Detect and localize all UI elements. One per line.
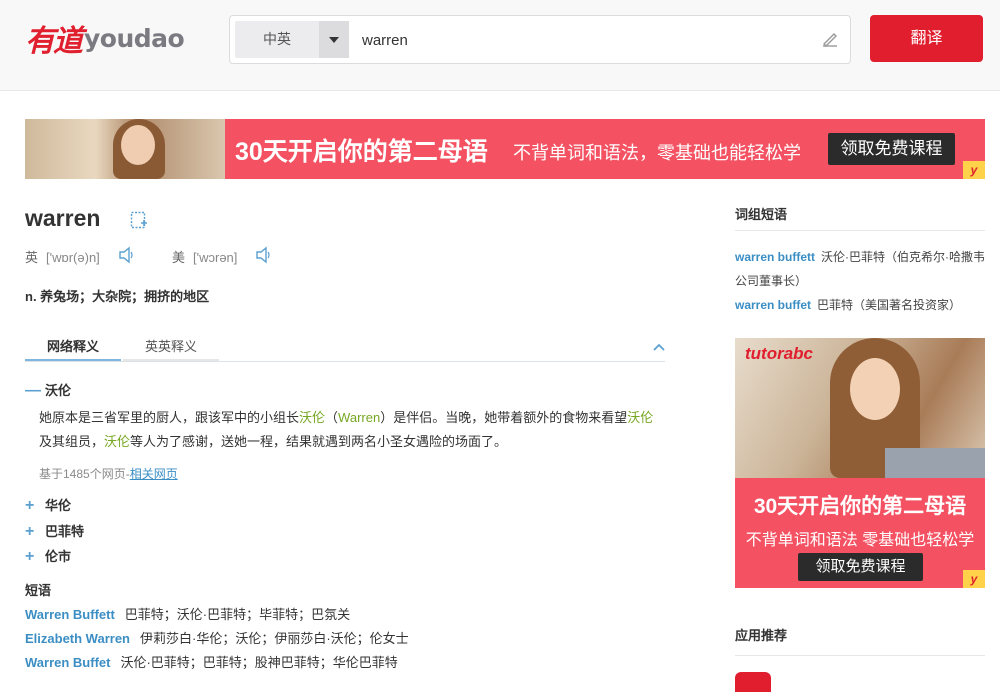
clear-input-icon[interactable]: [822, 31, 838, 47]
sidebar-phrase-link[interactable]: warren buffett: [735, 250, 815, 264]
sidebar-divider: [735, 230, 985, 231]
phrase-link[interactable]: Warren Buffett: [25, 607, 115, 622]
logo-english-text: youdao: [84, 23, 185, 53]
us-pronunciation: 美 ['wɔrən]: [172, 247, 237, 266]
uk-phonetic: ['wɒr(ə)n]: [46, 250, 100, 265]
add-to-wordbook-icon[interactable]: [130, 211, 148, 229]
web-def-term: 伦市: [45, 549, 72, 564]
uk-pronunciation: 英 ['wɒr(ə)n]: [25, 247, 100, 266]
web-def-term: 巴菲特: [45, 524, 85, 539]
ad-corner-badge: y: [963, 161, 985, 179]
web-def-example: 她原本是三省军里的厨人，跟该军中的小组长沃伦（Warren）是伴侣。当晚，她带着…: [39, 406, 659, 454]
web-def-expanded-head[interactable]: — 沃伦: [25, 380, 71, 400]
language-select[interactable]: 中英: [235, 21, 349, 58]
ad-photo-face: [850, 358, 900, 420]
sidebar-ad-cta-button[interactable]: 领取免费课程: [798, 553, 923, 581]
ad-photo: [25, 119, 225, 179]
example-text: 及其组员，: [39, 434, 105, 449]
tutorabc-logo: tutorabc: [745, 344, 813, 363]
example-text: ）是伴侣。当晚，她带着额外的食物来看望: [380, 410, 628, 425]
web-def-term: 华伦: [45, 498, 72, 513]
word-title: warren: [25, 205, 101, 231]
example-text: 等人为了感谢，送她一程，结果就遇到两名小圣女遇险的场面了。: [130, 434, 508, 449]
us-sound-icon[interactable]: [255, 246, 271, 264]
sidebar-ad-subtitle: 不背单词和语法 零基础也轻松学: [745, 532, 975, 549]
chevron-up-icon[interactable]: [653, 343, 665, 351]
ad-subtitle: 不背单词和语法，零基础也能轻松学: [513, 143, 801, 163]
us-phonetic: ['wɔrən]: [193, 250, 238, 265]
sidebar-divider: [735, 655, 985, 656]
chevron-down-icon[interactable]: [319, 21, 349, 58]
sidebar-phrase-item: warren buffett 沃伦·巴菲特（伯克希尔·哈撒韦公司董事长）: [735, 245, 985, 293]
phrase-link[interactable]: Warren Buffet: [25, 655, 110, 670]
phrase-meaning: 巴菲特；沃伦·巴菲特；毕菲特；巴氛关: [124, 607, 351, 622]
web-def-collapsed-item[interactable]: + 伦市: [25, 546, 71, 566]
language-select-label: 中英: [263, 31, 291, 47]
web-def-collapsed-item[interactable]: + 巴菲特: [25, 521, 84, 541]
translate-button[interactable]: 翻译: [870, 15, 983, 62]
tab-english-definitions[interactable]: 英英释义: [123, 335, 219, 361]
web-def-collapsed-item[interactable]: + 华伦: [25, 495, 71, 515]
phrases-title: 短语: [25, 583, 52, 598]
phrase-link[interactable]: Elizabeth Warren: [25, 631, 130, 646]
sidebar-phrase-title: 词组短语: [735, 207, 788, 222]
top-header: 有道 youdao 中英 翻译: [0, 0, 1000, 91]
youdao-logo[interactable]: 有道 youdao: [25, 18, 185, 60]
expand-toggle-icon[interactable]: +: [25, 497, 39, 515]
uk-label: 英: [25, 250, 39, 265]
search-box: 中英: [229, 15, 851, 64]
search-input[interactable]: [360, 24, 804, 56]
example-highlight: 沃伦: [627, 410, 654, 425]
tab-web-definitions[interactable]: 网络释义: [25, 335, 121, 361]
sidebar-ad-title: 30天开启你的第二母语: [753, 495, 967, 518]
ad-photo-laptop: [885, 448, 985, 478]
phrase-row: Warren Buffet 沃伦·巴菲特；巴菲特；股神巴菲特；华伦巴菲特: [25, 652, 398, 671]
sidebar-phrase-item: warren buffet 巴菲特（美国著名投资家）: [735, 293, 985, 317]
sidebar-phrase-meaning: 巴菲特（美国著名投资家）: [817, 298, 962, 312]
example-highlight: 沃伦: [299, 410, 326, 425]
sidebar-ad[interactable]: tutorabc 30天开启你的第二母语 不背单词和语法 零基础也轻松学 领取免…: [735, 338, 985, 588]
phrase-meaning: 沃伦·巴菲特；巴菲特；股神巴菲特；华伦巴菲特: [120, 655, 398, 670]
logo-chinese-text: 有道: [25, 24, 83, 59]
phrase-row: Warren Buffett 巴菲特；沃伦·巴菲特；毕菲特；巴氛关: [25, 604, 350, 623]
collapse-toggle-icon[interactable]: —: [25, 382, 41, 400]
phrase-row: Elizabeth Warren 伊莉莎白·华伦；沃伦；伊丽莎白·沃伦；伦女士: [25, 628, 409, 647]
definition-tabs: 网络释义 英英释义: [25, 335, 665, 362]
basic-definition: n. 养兔场；大杂院；拥挤的地区: [25, 289, 210, 304]
top-ad-banner[interactable]: 30天开启你的第二母语 不背单词和语法，零基础也能轻松学 领取免费课程 y: [25, 119, 985, 179]
web-def-source-note: 基于1485个网页-相关网页: [39, 465, 178, 482]
expand-toggle-icon[interactable]: +: [25, 548, 39, 566]
sidebar-ad-corner-badge: y: [963, 570, 985, 588]
ad-title: 30天开启你的第二母语: [235, 138, 488, 166]
example-highlight: 沃伦: [104, 434, 131, 449]
example-text: （: [325, 410, 339, 425]
sidebar-phrase-link[interactable]: warren buffet: [735, 298, 811, 312]
ad-photo-face: [121, 125, 155, 165]
ad-cta-button[interactable]: 领取免费课程: [828, 133, 955, 165]
related-pages-link[interactable]: 相关网页: [130, 467, 178, 481]
app-icon[interactable]: [735, 672, 771, 692]
source-note-text: 基于1485个网页-: [39, 467, 130, 481]
us-label: 美: [172, 250, 186, 265]
example-highlight: Warren: [338, 410, 381, 425]
apps-title: 应用推荐: [735, 628, 788, 643]
web-def-term: 沃伦: [45, 383, 72, 398]
expand-toggle-icon[interactable]: +: [25, 523, 39, 541]
example-text: 她原本是三省军里的厨人，跟该军中的小组长: [39, 410, 300, 425]
uk-sound-icon[interactable]: [118, 246, 134, 264]
phrase-meaning: 伊莉莎白·华伦；沃伦；伊丽莎白·沃伦；伦女士: [139, 631, 409, 646]
